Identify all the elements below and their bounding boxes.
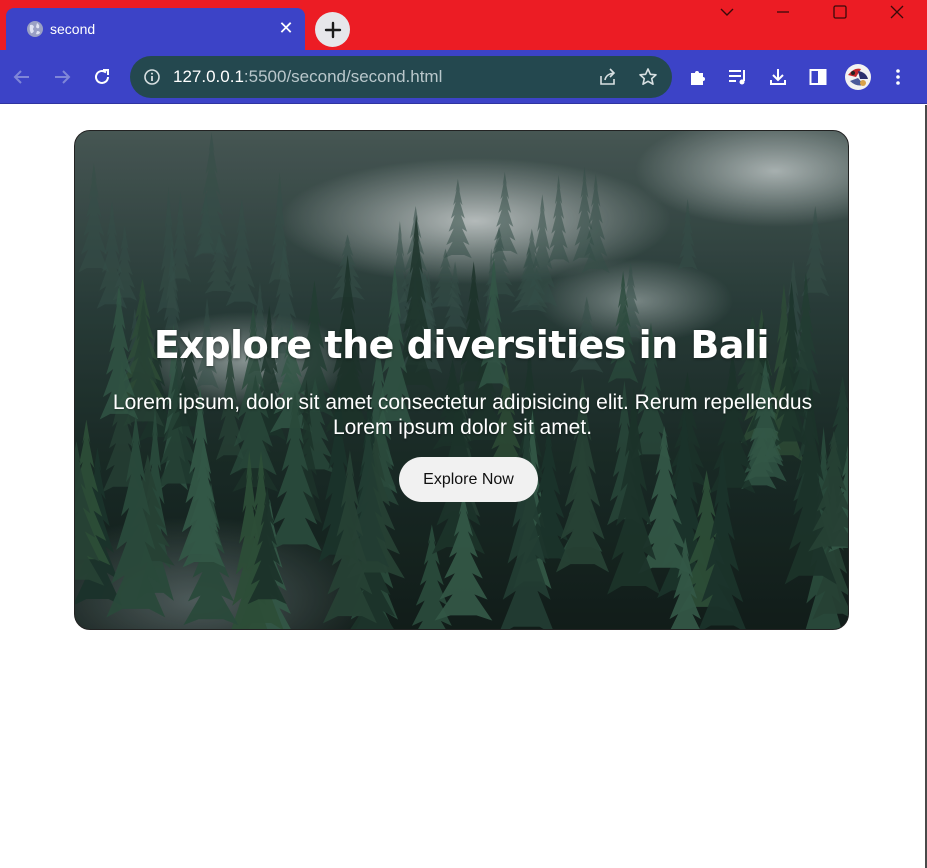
chevron-down-icon xyxy=(720,8,734,16)
profile-avatar[interactable] xyxy=(843,62,873,92)
hero-description: Lorem ipsum, dolor sit amet consectetur … xyxy=(112,391,813,439)
maximize-button[interactable] xyxy=(812,0,868,24)
download-icon xyxy=(770,69,786,85)
globe-icon xyxy=(26,20,44,38)
address-bar[interactable]: 127.0.0.1:5500/second/second.html xyxy=(130,56,672,98)
hero-title: Explore the diversities in Bali xyxy=(153,323,770,367)
url-path: :5500/second/second.html xyxy=(243,67,443,86)
tab-title: second xyxy=(50,21,96,37)
puzzle-icon xyxy=(691,71,705,85)
plus-icon xyxy=(324,21,341,38)
downloads-button[interactable] xyxy=(764,63,792,91)
minimize-button[interactable] xyxy=(755,0,811,24)
share-icon[interactable] xyxy=(598,67,618,87)
more-menu-button[interactable] xyxy=(884,63,912,91)
more-menu-icon xyxy=(896,69,900,85)
url-host: 127.0.0.1 xyxy=(173,67,244,86)
browser-titlebar: second ✕ xyxy=(0,0,927,50)
window-close-button[interactable] xyxy=(869,0,925,24)
browser-toolbar: 127.0.0.1:5500/second/second.html xyxy=(0,50,927,104)
reload-icon xyxy=(95,69,109,84)
explore-now-button[interactable]: Explore Now xyxy=(399,457,538,502)
media-queue-icon xyxy=(729,70,745,85)
hero-content: Explore the diversities in Bali Lorem ip… xyxy=(75,131,848,629)
side-panel-icon xyxy=(809,69,827,85)
minimize-icon xyxy=(777,11,789,13)
reload-button[interactable] xyxy=(88,63,116,91)
url-text[interactable]: 127.0.0.1:5500/second/second.html xyxy=(173,67,442,87)
maximize-icon xyxy=(833,5,847,19)
extensions-button[interactable] xyxy=(684,63,712,91)
media-queue-button[interactable] xyxy=(724,63,752,91)
close-icon[interactable]: ✕ xyxy=(276,19,296,39)
close-icon xyxy=(890,5,904,19)
tab-search-button[interactable] xyxy=(699,0,755,24)
back-arrow-icon xyxy=(13,70,29,84)
info-icon[interactable] xyxy=(144,69,160,85)
star-icon[interactable] xyxy=(638,67,658,87)
forward-button[interactable] xyxy=(48,63,76,91)
forward-arrow-icon xyxy=(55,70,71,84)
new-tab-button[interactable] xyxy=(315,12,350,47)
back-button[interactable] xyxy=(8,63,36,91)
side-panel-button[interactable] xyxy=(804,63,832,91)
hero-banner: Explore the diversities in Bali Lorem ip… xyxy=(74,130,849,630)
browser-tab[interactable]: second ✕ xyxy=(6,8,305,50)
page-viewport: Explore the diversities in Bali Lorem ip… xyxy=(0,105,927,868)
